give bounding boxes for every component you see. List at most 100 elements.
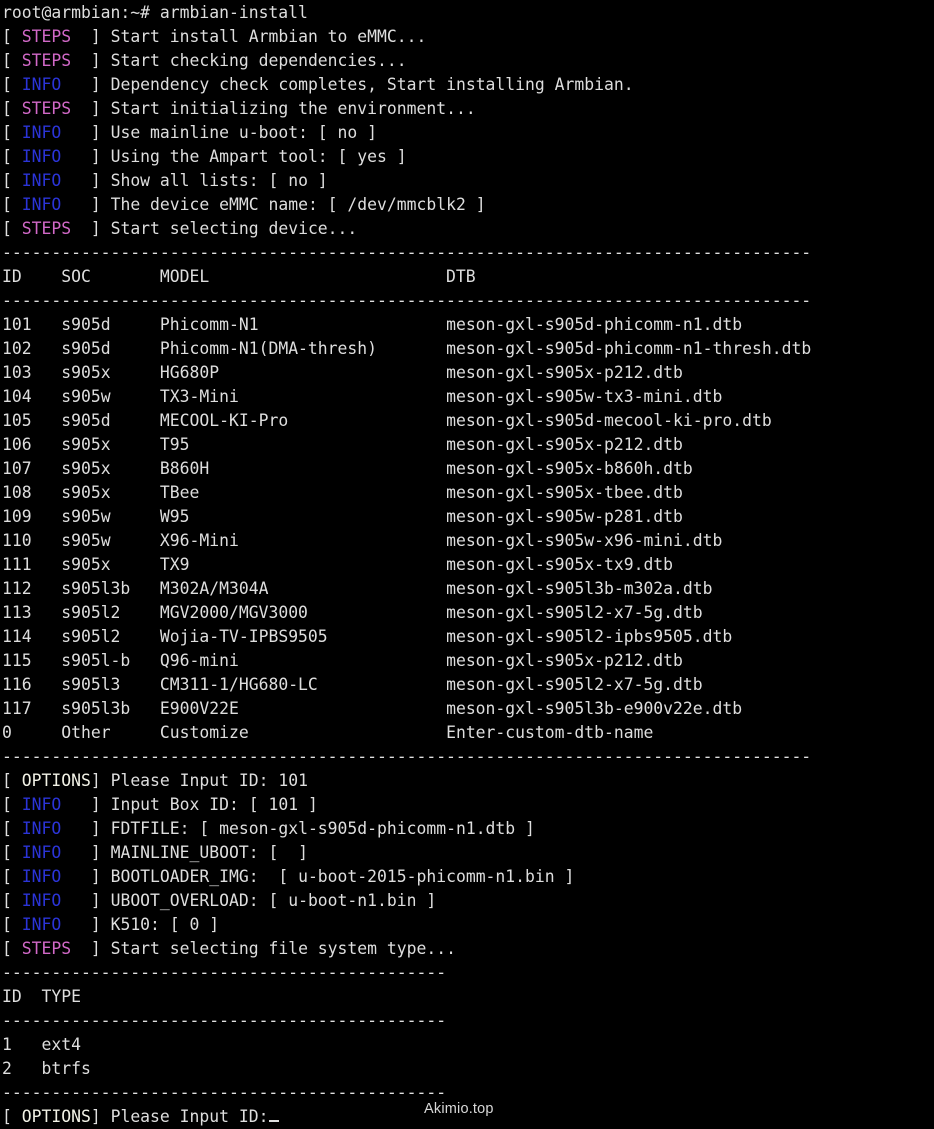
cell-id: 112 (2, 579, 62, 598)
bracket-open: [ (2, 75, 22, 94)
bracket-open: [ (2, 843, 22, 862)
log-tag-info: INFO (21, 195, 91, 214)
cell-model: T95 (159, 435, 447, 454)
table-row[interactable]: 109 s905w W95 meson-gxl-s905w-p281.dtb (2, 505, 934, 529)
log-line-info: [ INFO ] UBOOT_OVERLOAD: [ u-boot-n1.bin… (2, 889, 934, 913)
log-line-info: [ INFO ] The device eMMC name: [ /dev/mm… (2, 193, 934, 217)
log-message: BOOTLOADER_IMG: [ u-boot-2015-phicomm-n1… (110, 867, 575, 886)
log-tag-steps: STEPS (21, 27, 91, 46)
device-table-body: 101 s905d Phicomm-N1 meson-gxl-s905d-phi… (2, 313, 934, 745)
table-row[interactable]: 116 s905l3 CM311-1/HG680-LC meson-gxl-s9… (2, 673, 934, 697)
device-table-top-separator: ----------------------------------------… (2, 243, 812, 262)
log-message: Start selecting file system type... (110, 939, 456, 958)
cell-soc: s905x (61, 435, 160, 454)
table-row[interactable]: 111 s905x TX9 meson-gxl-s905x-tx9.dtb (2, 553, 934, 577)
device-table-header: ID SOC MODEL DTB (2, 267, 476, 286)
bracket-open: [ (2, 171, 22, 190)
cell-id: 102 (2, 339, 62, 358)
log-line-steps: [ STEPS ] Start initializing the environ… (2, 97, 934, 121)
bracket-close: ] (90, 195, 111, 214)
table-row[interactable]: 114 s905l2 Wojia-TV-IPBS9505 meson-gxl-s… (2, 625, 934, 649)
table-row[interactable]: 112 s905l3b M302A/M304A meson-gxl-s905l3… (2, 577, 934, 601)
cell-id: 101 (2, 315, 62, 334)
list-item[interactable]: 2 btrfs (2, 1057, 934, 1081)
log-line-info: [ INFO ] Using the Ampart tool: [ yes ] (2, 145, 934, 169)
bracket-close: ] (90, 27, 111, 46)
cell-dtb: meson-gxl-s905d-mecool-ki-pro.dtb (446, 411, 772, 430)
log-message: Start install Armbian to eMMC... (110, 27, 427, 46)
log-block-top: [ STEPS ] Start install Armbian to eMMC.… (2, 25, 934, 241)
log-block-mid: [ OPTIONS] Please Input ID: 101 [ INFO ] … (2, 769, 934, 961)
cell-dtb: meson-gxl-s905l2-ipbs9505.dtb (446, 627, 733, 646)
list-item[interactable]: 1 ext4 (2, 1033, 934, 1057)
bracket-close: ] (90, 147, 111, 166)
table-row[interactable]: 106 s905x T95 meson-gxl-s905x-p212.dtb (2, 433, 934, 457)
cell-id: 116 (2, 675, 62, 694)
cell-soc: s905d (61, 315, 160, 334)
log-tag-steps: STEPS (21, 939, 91, 958)
watermark: Akimio.top (424, 1101, 494, 1117)
bracket-open: [ (2, 771, 22, 790)
bracket-close: ] (90, 51, 111, 70)
cell-dtb: meson-gxl-s905l2-x7-5g.dtb (446, 603, 703, 622)
cell-id: 108 (2, 483, 62, 502)
table-row[interactable]: 110 s905w X96-Mini meson-gxl-s905w-x96-m… (2, 529, 934, 553)
cell-id: 114 (2, 627, 62, 646)
log-message: Please Input ID: 101 (110, 771, 308, 790)
cell-soc: s905l3 (61, 675, 160, 694)
table-row[interactable]: 103 s905x HG680P meson-gxl-s905x-p212.dt… (2, 361, 934, 385)
table-row[interactable]: 113 s905l2 MGV2000/MGV3000 meson-gxl-s90… (2, 601, 934, 625)
table-row[interactable]: 101 s905d Phicomm-N1 meson-gxl-s905d-phi… (2, 313, 934, 337)
table-row[interactable]: 117 s905l3b E900V22E meson-gxl-s905l3b-e… (2, 697, 934, 721)
bracket-close: ] (90, 843, 111, 862)
cell-id: 117 (2, 699, 62, 718)
cell-soc: Other (61, 723, 160, 742)
log-tag-info: INFO (21, 891, 91, 910)
cell-id: 113 (2, 603, 62, 622)
table-row[interactable]: 115 s905l-b Q96-mini meson-gxl-s905x-p21… (2, 649, 934, 673)
table-row[interactable]: 0 Other Customize Enter-custom-dtb-name (2, 721, 934, 745)
shell-prompt-line: root@armbian:~# armbian-install (2, 3, 308, 22)
bracket-close: ] (90, 819, 111, 838)
cell-model: MGV2000/MGV3000 (159, 603, 447, 622)
log-message: Input Box ID: [ 101 ] (110, 795, 318, 814)
bracket-close: ] (90, 1107, 111, 1126)
cell-model: Phicomm-N1(DMA-thresh) (159, 339, 447, 358)
table-row[interactable]: 102 s905d Phicomm-N1(DMA-thresh) meson-g… (2, 337, 934, 361)
bracket-open: [ (2, 867, 22, 886)
log-line-info: [ INFO ] Use mainline u-boot: [ no ] (2, 121, 934, 145)
log-message: Please Input ID: (110, 1107, 269, 1126)
cell-id: 2 (2, 1059, 42, 1078)
log-tag-info: INFO (21, 171, 91, 190)
cell-soc: s905x (61, 555, 160, 574)
bracket-open: [ (2, 795, 22, 814)
table-row[interactable]: 105 s905d MECOOL-KI-Pro meson-gxl-s905d-… (2, 409, 934, 433)
bracket-close: ] (90, 771, 111, 790)
cell-model: X96-Mini (159, 531, 447, 550)
cell-id: 115 (2, 651, 62, 670)
cell-model: Customize (159, 723, 447, 742)
log-line-info: [ INFO ] Show all lists: [ no ] (2, 169, 934, 193)
cell-dtb: meson-gxl-s905w-p281.dtb (446, 507, 683, 526)
table-row[interactable]: 107 s905x B860H meson-gxl-s905x-b860h.dt… (2, 457, 934, 481)
log-line-info: [ INFO ] FDTFILE: [ meson-gxl-s905d-phic… (2, 817, 934, 841)
log-tag-steps: STEPS (21, 51, 91, 70)
table-row[interactable]: 104 s905w TX3-Mini meson-gxl-s905w-tx3-m… (2, 385, 934, 409)
cell-model: Q96-mini (159, 651, 447, 670)
cell-dtb: meson-gxl-s905d-phicomm-n1-thresh.dtb (446, 339, 812, 358)
device-table-header-separator: ----------------------------------------… (2, 291, 812, 310)
table-row[interactable]: 108 s905x TBee meson-gxl-s905x-tbee.dtb (2, 481, 934, 505)
bracket-close: ] (90, 99, 111, 118)
cell-model: HG680P (159, 363, 447, 382)
cell-model: MECOOL-KI-Pro (159, 411, 447, 430)
cell-soc: s905l-b (61, 651, 160, 670)
log-line-options: [ OPTIONS] Please Input ID: 101 (2, 769, 934, 793)
bracket-close: ] (90, 915, 111, 934)
log-tag-info: INFO (21, 123, 91, 142)
cell-soc: s905w (61, 507, 160, 526)
terminal-window[interactable]: root@armbian:~# armbian-install [ STEPS … (0, 0, 934, 1126)
bracket-open: [ (2, 819, 22, 838)
log-line-info: [ INFO ] K510: [ 0 ] (2, 913, 934, 937)
cell-dtb: meson-gxl-s905x-tx9.dtb (446, 555, 674, 574)
cell-dtb: meson-gxl-s905x-p212.dtb (446, 651, 683, 670)
